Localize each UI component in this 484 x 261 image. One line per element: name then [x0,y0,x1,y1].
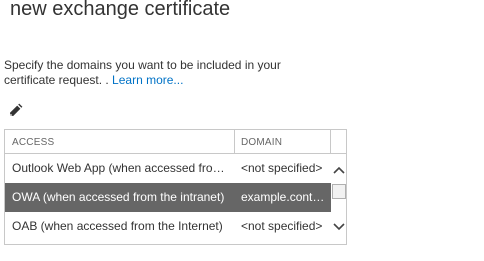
column-header-domain[interactable]: DOMAIN [235,130,331,153]
grid-rows: Outlook Web App (when accessed from the … [5,154,331,241]
learn-more-link[interactable]: Learn more... [112,73,183,87]
instructions-text: Specify the domains you want to be inclu… [4,58,334,88]
cell-domain: <not specified> [241,219,323,233]
pencil-icon [10,103,23,116]
cell-access: Outlook Web App (when accessed from the … [12,161,228,175]
cell-domain: <not specified> [241,161,323,175]
chevron-down-icon [333,223,345,231]
cell-access: OAB (when accessed from the Internet) [12,219,223,233]
table-row[interactable]: OWA (when accessed from the intranet) exa… [5,183,331,212]
page-title: new exchange certificate [10,0,231,20]
chevron-up-icon [333,166,345,174]
scrollbar-thumb[interactable] [332,184,346,199]
table-row[interactable]: OAB (when accessed from the Internet) <no… [5,212,331,241]
scroll-up-button[interactable] [332,163,346,175]
grid-header: ACCESS DOMAIN [5,130,346,154]
cell-domain: example.contoso.com [241,190,329,204]
edit-button[interactable] [7,103,23,119]
table-row[interactable]: Outlook Web App (when accessed from the … [5,154,331,183]
domains-grid: ACCESS DOMAIN Outlook Web App (when acce… [4,129,347,245]
scroll-down-button[interactable] [332,220,346,232]
cell-access: OWA (when accessed from the intranet) [12,190,225,204]
column-header-access[interactable]: ACCESS [5,130,235,153]
